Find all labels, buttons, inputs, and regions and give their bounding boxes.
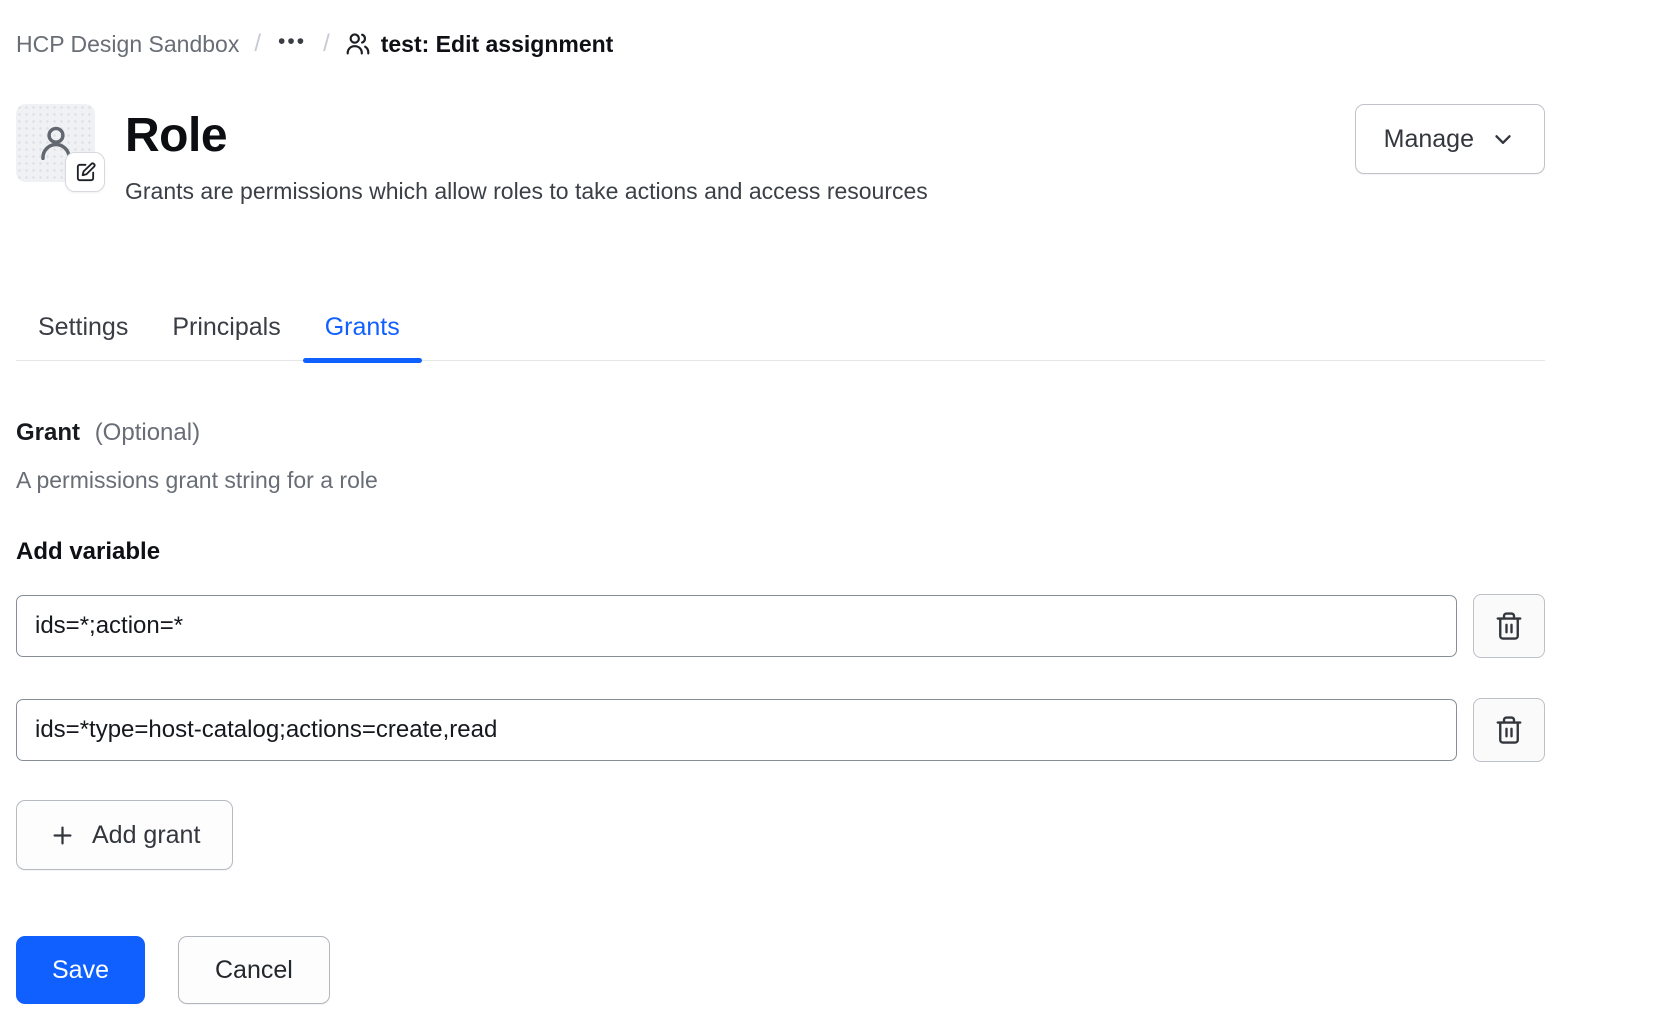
page-subtitle: Grants are permissions which allow roles… bbox=[125, 178, 928, 205]
chevron-down-icon bbox=[1490, 126, 1516, 152]
grant-row bbox=[16, 594, 1545, 658]
tab-principals[interactable]: Principals bbox=[150, 313, 302, 360]
tab-settings[interactable]: Settings bbox=[16, 313, 150, 360]
grant-label: Grant bbox=[16, 419, 80, 446]
tab-grants[interactable]: Grants bbox=[303, 313, 422, 360]
users-icon bbox=[345, 31, 371, 57]
add-grant-button[interactable]: Add grant bbox=[16, 800, 233, 870]
manage-button[interactable]: Manage bbox=[1355, 104, 1545, 174]
page-header: Role Grants are permissions which allow … bbox=[16, 104, 1545, 205]
save-button[interactable]: Save bbox=[16, 936, 145, 1004]
breadcrumb: HCP Design Sandbox / ••• / test: Edit as… bbox=[16, 30, 1545, 58]
grant-input-1[interactable] bbox=[16, 595, 1457, 657]
role-page: HCP Design Sandbox / ••• / test: Edit as… bbox=[16, 0, 1545, 1004]
add-grant-label: Add grant bbox=[92, 821, 200, 850]
header-text: Role Grants are permissions which allow … bbox=[125, 104, 928, 205]
grant-row bbox=[16, 698, 1545, 762]
breadcrumb-separator: / bbox=[323, 30, 330, 58]
grants-section: Grant (Optional) A permissions grant str… bbox=[16, 419, 1545, 870]
delete-grant-button-1[interactable] bbox=[1473, 594, 1545, 658]
tab-bar: Settings Principals Grants bbox=[16, 313, 1545, 361]
add-variable-heading: Add variable bbox=[16, 538, 1545, 566]
breadcrumb-separator: / bbox=[254, 30, 261, 58]
cancel-button[interactable]: Cancel bbox=[178, 936, 330, 1004]
avatar-edit-button[interactable] bbox=[65, 152, 105, 192]
breadcrumb-current-label: test: Edit assignment bbox=[381, 31, 614, 58]
grant-field-label-row: Grant (Optional) bbox=[16, 419, 1545, 447]
delete-grant-button-2[interactable] bbox=[1473, 698, 1545, 762]
grant-helper-text: A permissions grant string for a role bbox=[16, 467, 1545, 494]
manage-button-label: Manage bbox=[1384, 125, 1474, 154]
grant-input-2[interactable] bbox=[16, 699, 1457, 761]
breadcrumb-overflow-button[interactable]: ••• bbox=[276, 29, 308, 60]
edit-icon bbox=[74, 161, 97, 184]
trash-icon bbox=[1494, 715, 1524, 745]
page-title: Role bbox=[125, 108, 928, 163]
grant-optional-label: (Optional) bbox=[95, 419, 200, 446]
plus-icon bbox=[49, 822, 76, 849]
trash-icon bbox=[1494, 611, 1524, 641]
breadcrumb-current: test: Edit assignment bbox=[345, 31, 614, 58]
breadcrumb-org-link[interactable]: HCP Design Sandbox bbox=[16, 31, 239, 58]
avatar bbox=[16, 104, 95, 182]
form-actions: Save Cancel bbox=[16, 936, 1545, 1004]
